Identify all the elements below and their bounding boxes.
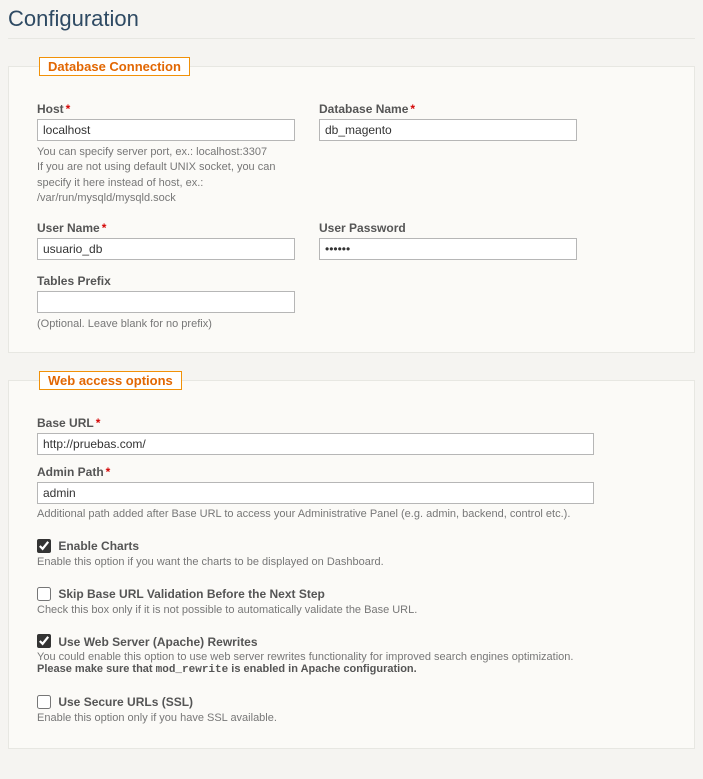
skip-validation-checkbox[interactable] — [37, 587, 51, 601]
use-rewrites-label: Use Web Server (Apache) Rewrites — [58, 634, 257, 648]
use-ssl-hint: Enable this option only if you have SSL … — [37, 712, 666, 724]
database-connection-section: Database Connection Host* You can specif… — [8, 57, 695, 353]
admin-path-label: Admin Path* — [37, 465, 594, 479]
tables-prefix-input[interactable] — [37, 291, 295, 313]
host-input[interactable] — [37, 119, 295, 141]
required-mark: * — [96, 416, 101, 430]
password-input[interactable] — [319, 238, 577, 260]
host-label: Host* — [37, 102, 295, 116]
tables-prefix-label: Tables Prefix — [37, 274, 295, 288]
admin-path-hint: Additional path added after Base URL to … — [37, 508, 594, 520]
required-mark: * — [102, 221, 107, 235]
required-mark: * — [410, 102, 415, 116]
divider — [8, 38, 695, 39]
enable-charts-checkbox[interactable] — [37, 539, 51, 553]
enable-charts-hint: Enable this option if you want the chart… — [37, 556, 666, 568]
skip-validation-label: Skip Base URL Validation Before the Next… — [58, 587, 325, 601]
host-hint: You can specify server port, ex.: localh… — [37, 145, 277, 207]
database-connection-legend: Database Connection — [39, 57, 190, 76]
username-label: User Name* — [37, 221, 295, 235]
database-name-label: Database Name* — [319, 102, 577, 116]
password-label: User Password — [319, 221, 577, 235]
web-access-options-legend: Web access options — [39, 371, 182, 390]
web-access-options-section: Web access options Base URL* Admin Path*… — [8, 371, 695, 749]
base-url-input[interactable] — [37, 433, 594, 455]
skip-validation-hint: Check this box only if it is not possibl… — [37, 604, 666, 616]
use-ssl-label: Use Secure URLs (SSL) — [58, 695, 193, 709]
use-rewrites-checkbox[interactable] — [37, 634, 51, 648]
tables-prefix-hint: (Optional. Leave blank for no prefix) — [37, 317, 277, 332]
required-mark: * — [106, 465, 111, 479]
username-input[interactable] — [37, 238, 295, 260]
database-name-input[interactable] — [319, 119, 577, 141]
admin-path-input[interactable] — [37, 482, 594, 504]
use-ssl-checkbox[interactable] — [37, 695, 51, 709]
use-rewrites-hint: You could enable this option to use web … — [37, 651, 666, 676]
required-mark: * — [66, 102, 71, 116]
enable-charts-label: Enable Charts — [58, 539, 139, 553]
page-title: Configuration — [8, 6, 695, 32]
base-url-label: Base URL* — [37, 416, 594, 430]
